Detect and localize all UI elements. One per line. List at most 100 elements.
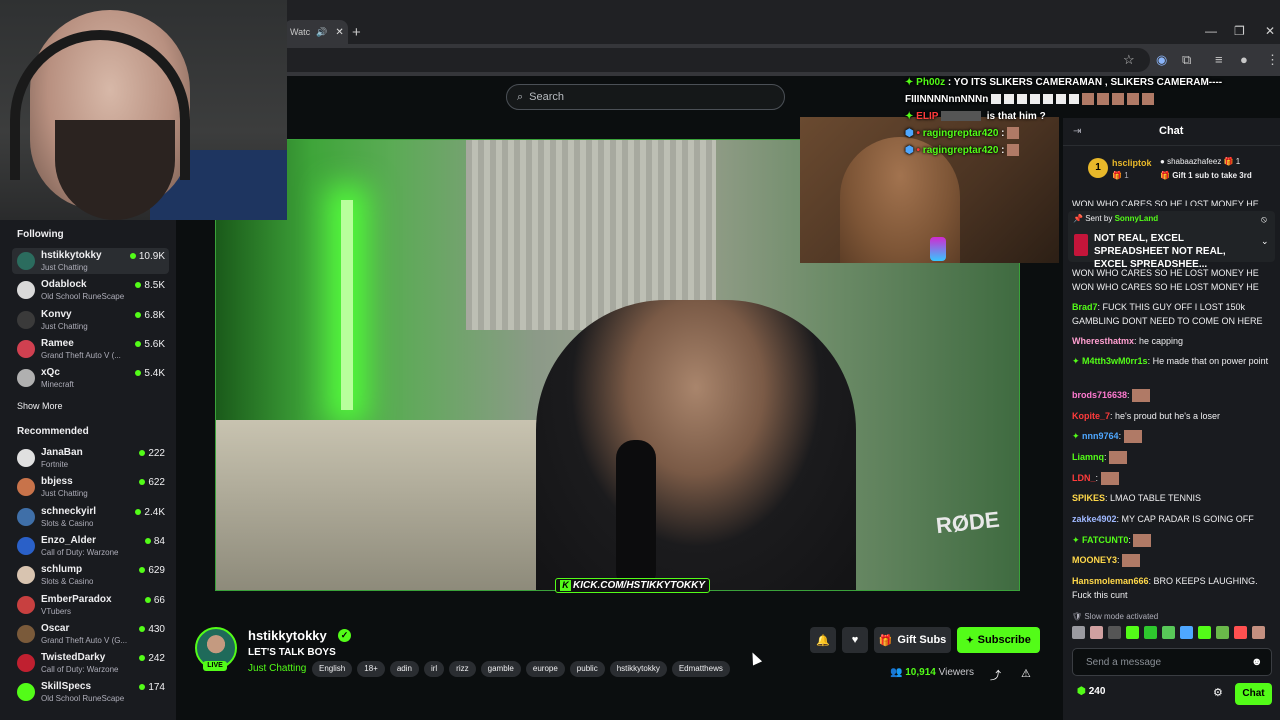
stream-tag[interactable]: irl — [423, 661, 445, 677]
chat-username[interactable]: Wheresthatmx — [1072, 336, 1134, 346]
stream-tag[interactable]: 18+ — [357, 661, 385, 677]
chat-username[interactable]: M4tth3wM0rr1s — [1082, 356, 1148, 366]
live-dot-icon — [135, 370, 142, 377]
sidebar-channel-oscar[interactable]: Oscar Grand Theft Auto V (G... 430 — [12, 621, 169, 647]
emote-icon[interactable] — [1234, 626, 1247, 639]
playlist-icon[interactable]: ≡ — [1215, 52, 1223, 67]
search-input[interactable]: ⌕ Search — [506, 84, 785, 110]
stream-tag[interactable]: public — [569, 661, 605, 677]
sidebar-channel-twisteddarky[interactable]: TwistedDarky Call of Duty: Warzone 242 — [12, 650, 169, 676]
live-badge: LIVE — [203, 661, 227, 671]
extensions-icon[interactable]: ⧉ — [1182, 52, 1191, 68]
channel-viewers: 84 — [144, 536, 165, 547]
chat-username[interactable]: Kopite_7 — [1072, 411, 1110, 421]
report-icon[interactable]: ⚠ — [1021, 667, 1031, 680]
follow-button[interactable]: ♥ — [842, 627, 868, 653]
streamer-name[interactable]: hstikkytokky — [248, 628, 327, 643]
channel-avatar — [17, 252, 35, 270]
channel-viewers: 8.5K — [135, 280, 165, 291]
gift-subs-button[interactable]: 🎁 Gift Subs — [874, 627, 951, 653]
emote-icon[interactable] — [1216, 626, 1229, 639]
send-chat-button[interactable]: Chat — [1235, 683, 1272, 705]
emote-icon[interactable] — [1198, 626, 1211, 639]
maximize-button[interactable]: ❐ — [1234, 24, 1245, 38]
sidebar-channel-odablock[interactable]: Odablock Old School RuneScape 8.5K — [12, 277, 169, 303]
stream-category[interactable]: Just Chatting — [248, 663, 306, 674]
chat-username[interactable]: nnn9764 — [1082, 431, 1119, 441]
address-bar[interactable] — [270, 48, 1150, 72]
emote-icon[interactable] — [1144, 626, 1157, 639]
close-window-button[interactable]: ✕ — [1265, 24, 1275, 38]
emote-icon[interactable] — [1180, 626, 1193, 639]
share-icon[interactable]: ⤴ — [990, 667, 1001, 683]
leaderboard-gift-prompt[interactable]: 🎁 Gift 1 sub to take 3rd — [1160, 171, 1252, 180]
chat-username[interactable]: LDN_ — [1072, 473, 1096, 483]
chat-username[interactable]: zakke4902 — [1072, 514, 1117, 524]
notification-bell-button[interactable]: 🔔 — [810, 627, 836, 653]
emote-icon[interactable] — [1126, 626, 1139, 639]
more-menu-icon[interactable]: ⋮ — [1266, 52, 1279, 68]
profile-icon[interactable]: ● — [1240, 52, 1248, 67]
chat-message-input[interactable]: Send a message — [1072, 648, 1272, 676]
stream-tag[interactable]: adin — [389, 661, 419, 677]
speaker-icon[interactable]: 🔊 — [316, 27, 327, 38]
emote-icon[interactable] — [1090, 626, 1103, 639]
chat-username[interactable]: FATCUNT0 — [1082, 535, 1128, 545]
star-icon[interactable]: ☆ — [1123, 52, 1135, 68]
chat-username[interactable]: brods716638 — [1072, 390, 1127, 400]
emote-row — [1072, 626, 1265, 639]
collapse-chat-icon[interactable]: ⇥ — [1073, 126, 1081, 137]
sidebar-channel-skillspecs[interactable]: SkillSpecs Old School RuneScape 174 — [12, 679, 169, 705]
leaderboard-top-user[interactable]: hscliptok — [1112, 158, 1152, 168]
chat-username[interactable]: Hansmoleman666 — [1072, 576, 1149, 586]
channel-avatar — [17, 310, 35, 329]
emote-icon — [1132, 388, 1151, 402]
close-tab-icon[interactable]: ✕ — [335, 27, 343, 38]
channel-points[interactable]: ⬢ 240 — [1077, 686, 1105, 697]
emote-icon[interactable] — [1108, 626, 1121, 639]
unpin-icon[interactable]: ⦸ — [1261, 214, 1267, 225]
stream-tag[interactable]: gamble — [480, 661, 521, 677]
expand-pinned-icon[interactable]: ⌄ — [1261, 236, 1269, 247]
stream-tag[interactable]: rizz — [449, 661, 476, 677]
mic-brand-label: RØDE — [934, 506, 1001, 539]
sidebar-channel-schneckyirl[interactable]: schneckyirl Slots & Casino 2.4K — [12, 504, 169, 530]
sidebar-channel-konvy[interactable]: Konvy Just Chatting 6.8K — [12, 307, 169, 333]
sidebar-channel-emberparadox[interactable]: EmberParadox VTubers 66 — [12, 592, 169, 618]
sidebar-channel-xqc[interactable]: xQc Minecraft 5.4K — [12, 365, 169, 391]
channel-category: Just Chatting — [41, 321, 88, 331]
show-more-link[interactable]: Show More — [17, 401, 63, 411]
browser-tab[interactable]: Watc 🔊 ✕ — [284, 20, 348, 44]
emote-icon[interactable] — [1252, 626, 1265, 639]
emoji-picker-icon[interactable]: ☻ — [1251, 656, 1263, 668]
minimize-button[interactable]: — — [1205, 24, 1217, 38]
sidebar-channel-ramee[interactable]: Ramee Grand Theft Auto V (... 5.6K — [12, 336, 169, 362]
stream-tag[interactable]: Edmatthews — [671, 661, 730, 677]
channel-category: Grand Theft Auto V (G... — [41, 635, 128, 645]
channel-viewers: 2.4K — [135, 507, 165, 518]
new-tab-button[interactable]: + — [352, 24, 361, 41]
sidebar-channel-bbjess[interactable]: bbjess Just Chatting 622 — [12, 474, 169, 500]
sidebar-channel-enzo_alder[interactable]: Enzo_Alder Call of Duty: Warzone 84 — [12, 533, 169, 559]
chat-username[interactable]: SPIKES — [1072, 493, 1105, 503]
subscribe-button[interactable]: ✦ Subscribe — [957, 627, 1040, 653]
chat-username[interactable]: Liamnq — [1072, 452, 1104, 462]
channel-viewers: 629 — [139, 565, 165, 576]
channel-category: Grand Theft Auto V (... — [41, 350, 121, 360]
chat-username[interactable]: MOONEY3 — [1072, 555, 1117, 565]
sidebar-channel-janaban[interactable]: JanaBan Fortnite 222 — [12, 445, 169, 471]
leaderboard-second-user[interactable]: ● shabaazhafeez 🎁 1 — [1160, 157, 1240, 166]
emote-icon[interactable] — [1162, 626, 1175, 639]
chat-settings-icon[interactable]: ⚙ — [1213, 686, 1223, 699]
emote-icon[interactable] — [1072, 626, 1085, 639]
media-control-icon[interactable]: ◉ — [1156, 52, 1167, 68]
sidebar-channel-schlump[interactable]: schlump Slots & Casino 629 — [12, 562, 169, 588]
chat-username[interactable]: Brad7 — [1072, 302, 1098, 312]
stream-tag[interactable]: europe — [525, 661, 565, 677]
sidebar-channel-hstikkytokky[interactable]: hstikkytokky Just Chatting 10.9K — [12, 248, 169, 274]
channel-avatar — [17, 478, 35, 497]
video-streamer — [536, 300, 856, 590]
emote-icon — [1123, 429, 1142, 443]
stream-tag[interactable]: English — [312, 661, 353, 677]
stream-tag[interactable]: hstikkytokky — [609, 661, 667, 677]
